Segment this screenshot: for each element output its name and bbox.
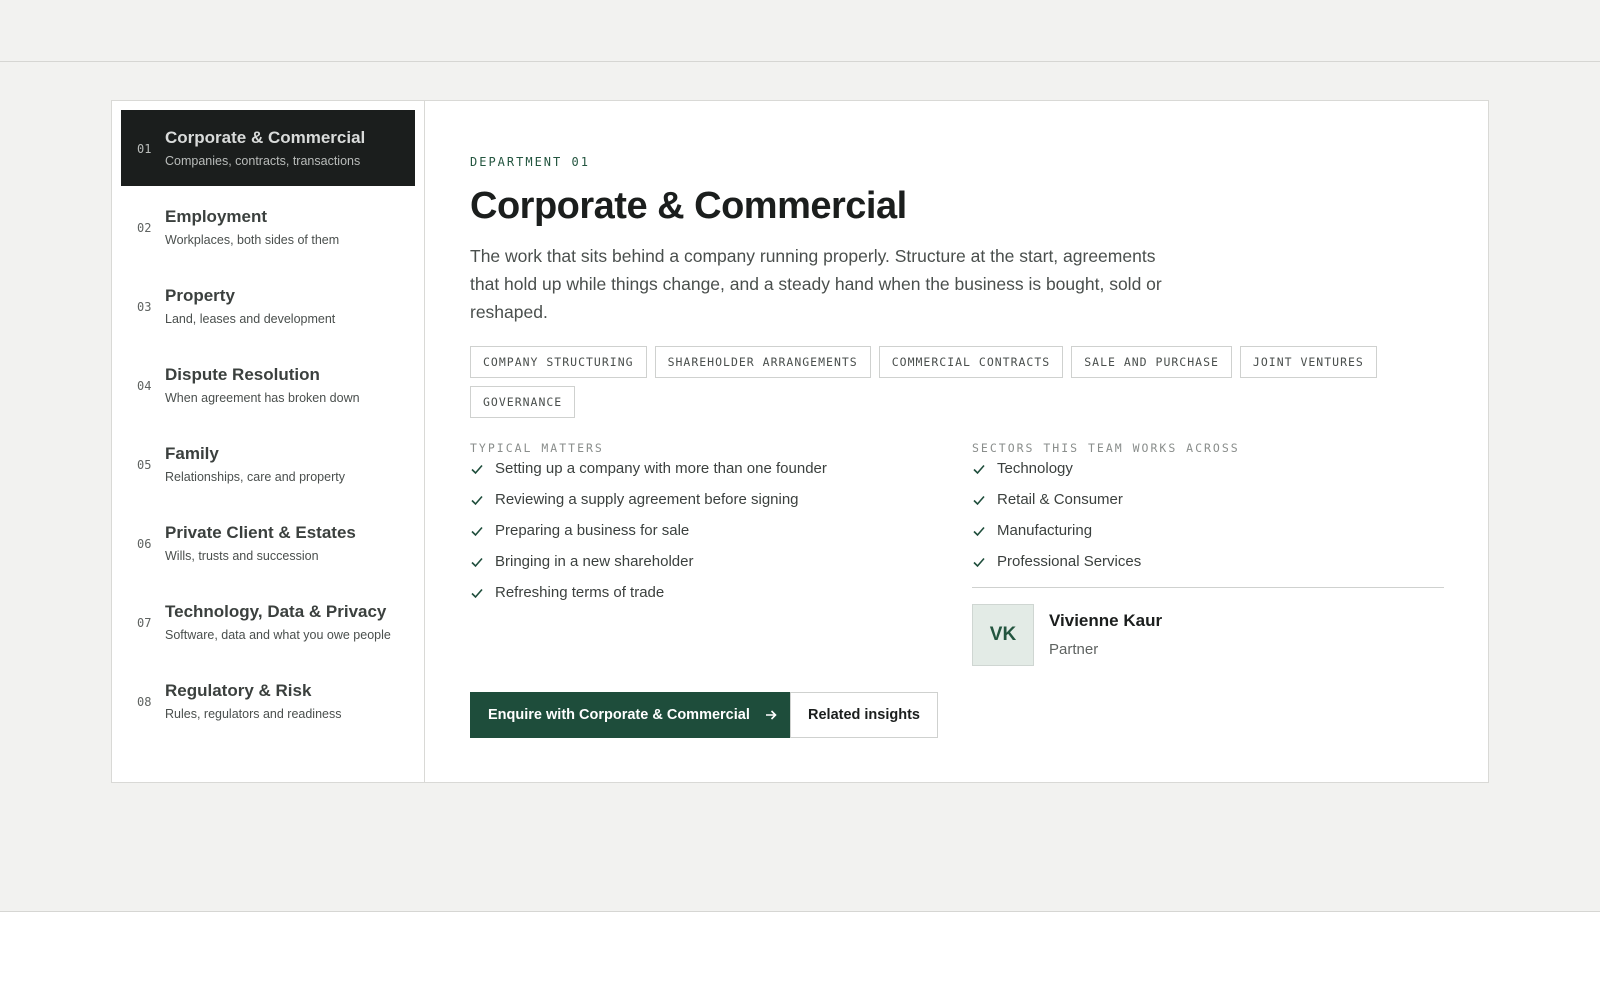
nav-title: Private Client & Estates <box>165 523 356 542</box>
nav-subtitle: Companies, contracts, transactions <box>165 154 361 168</box>
sidebar-item-private-client-estates[interactable]: 06 Private Client & Estates Wills, trust… <box>121 505 415 581</box>
nav-title: Employment <box>165 207 268 226</box>
matter-text: Refreshing terms of trade <box>495 584 665 601</box>
contact-role: Partner <box>1049 641 1099 658</box>
sector-text: Professional Services <box>997 553 1142 570</box>
sector-text: Retail & Consumer <box>997 491 1123 508</box>
department-description: The work that sits behind a company runn… <box>470 246 1162 322</box>
enquire-button[interactable]: Enquire with Corporate & Commercial <box>470 692 796 738</box>
nav-title: Technology, Data & Privacy <box>165 602 387 621</box>
nav-number: 07 <box>137 616 152 630</box>
nav-subtitle: Workplaces, both sides of them <box>165 233 340 247</box>
nav-title: Property <box>165 286 235 305</box>
nav-subtitle: Relationships, care and property <box>165 470 345 484</box>
nav-number: 05 <box>137 458 152 472</box>
related-insights-button[interactable]: Related insights <box>790 692 938 738</box>
check-icon <box>471 588 483 598</box>
check-icon <box>471 495 483 505</box>
matter-text: Bringing in a new shareholder <box>495 553 694 570</box>
service-tags: COMPANY STRUCTURING SHAREHOLDER ARRANGEM… <box>470 346 1430 418</box>
check-icon <box>471 557 483 567</box>
arrow-right-icon <box>765 710 777 720</box>
service-tag: COMMERCIAL CONTRACTS <box>878 346 1064 378</box>
page-title: Corporate & Commercial <box>470 185 907 227</box>
divider <box>972 587 1444 588</box>
nav-number: 01 <box>137 142 152 156</box>
typical-matters-list: Setting up a company with more than one … <box>470 453 827 608</box>
nav-subtitle: Rules, regulators and readiness <box>165 707 342 721</box>
sector-text: Manufacturing <box>997 522 1093 539</box>
check-icon <box>973 495 985 505</box>
avatar: VK <box>972 604 1034 666</box>
department-detail: DEPARTMENT 01 Corporate & Commercial The… <box>470 101 1470 782</box>
footer <box>0 911 1600 1000</box>
list-item: Refreshing terms of trade <box>470 577 827 608</box>
nav-title: Dispute Resolution <box>165 365 320 384</box>
list-item: Bringing in a new shareholder <box>470 546 827 577</box>
nav-subtitle: Software, data and what you owe people <box>165 628 391 642</box>
department-sidebar: 01 Corporate & Commercial Companies, con… <box>112 101 425 782</box>
check-icon <box>973 557 985 567</box>
list-item: Technology <box>972 453 1141 484</box>
matter-text: Preparing a business for sale <box>495 522 690 539</box>
nav-number: 02 <box>137 221 152 235</box>
list-item: Manufacturing <box>972 515 1141 546</box>
service-tag: COMPANY STRUCTURING <box>470 346 647 378</box>
nav-subtitle: Land, leases and development <box>165 312 336 326</box>
enquire-button-label: Enquire with Corporate & Commercial <box>488 707 750 723</box>
nav-number: 03 <box>137 300 152 314</box>
nav-title: Regulatory & Risk <box>165 681 312 700</box>
sidebar-item-corporate-commercial[interactable]: 01 Corporate & Commercial Companies, con… <box>121 110 415 186</box>
service-tag: SHAREHOLDER ARRANGEMENTS <box>654 346 871 378</box>
nav-number: 06 <box>137 537 152 551</box>
nav-number: 04 <box>137 379 152 393</box>
department-panel: 01 Corporate & Commercial Companies, con… <box>111 100 1489 783</box>
service-tag: GOVERNANCE <box>470 386 576 418</box>
check-icon <box>471 526 483 536</box>
matter-text: Reviewing a supply agreement before sign… <box>495 491 799 508</box>
sidebar-item-dispute-resolution[interactable]: 04 Dispute Resolution When agreement has… <box>121 347 415 423</box>
nav-title: Corporate & Commercial <box>165 128 366 147</box>
check-icon <box>973 464 985 474</box>
sectors-list: Technology Retail & Consumer Manufacturi… <box>972 453 1141 577</box>
top-bar <box>0 0 1600 62</box>
nav-number: 08 <box>137 695 152 709</box>
department-eyebrow: DEPARTMENT 01 <box>470 155 590 169</box>
service-tag: JOINT VENTURES <box>1239 346 1377 378</box>
service-tag: SALE AND PURCHASE <box>1071 346 1232 378</box>
related-insights-label: Related insights <box>808 707 920 723</box>
list-item: Reviewing a supply agreement before sign… <box>470 484 827 515</box>
contact-name: Vivienne Kaur <box>1049 611 1163 630</box>
sidebar-item-family[interactable]: 05 Family Relationships, care and proper… <box>121 426 415 502</box>
list-item: Retail & Consumer <box>972 484 1141 515</box>
list-item: Setting up a company with more than one … <box>470 453 827 484</box>
list-item: Professional Services <box>972 546 1141 577</box>
nav-subtitle: Wills, trusts and succession <box>165 549 319 563</box>
sidebar-item-regulatory-risk[interactable]: 08 Regulatory & Risk Rules, regulators a… <box>121 663 415 739</box>
nav-title: Family <box>165 444 219 463</box>
sidebar-item-employment[interactable]: 02 Employment Workplaces, both sides of … <box>121 189 415 265</box>
sidebar-item-property[interactable]: 03 Property Land, leases and development <box>121 268 415 344</box>
check-icon <box>973 526 985 536</box>
check-icon <box>471 464 483 474</box>
nav-subtitle: When agreement has broken down <box>165 391 360 405</box>
matter-text: Setting up a company with more than one … <box>495 460 827 477</box>
sector-text: Technology <box>997 460 1073 477</box>
list-item: Preparing a business for sale <box>470 515 827 546</box>
sidebar-item-technology-data-privacy[interactable]: 07 Technology, Data & Privacy Software, … <box>121 584 415 660</box>
